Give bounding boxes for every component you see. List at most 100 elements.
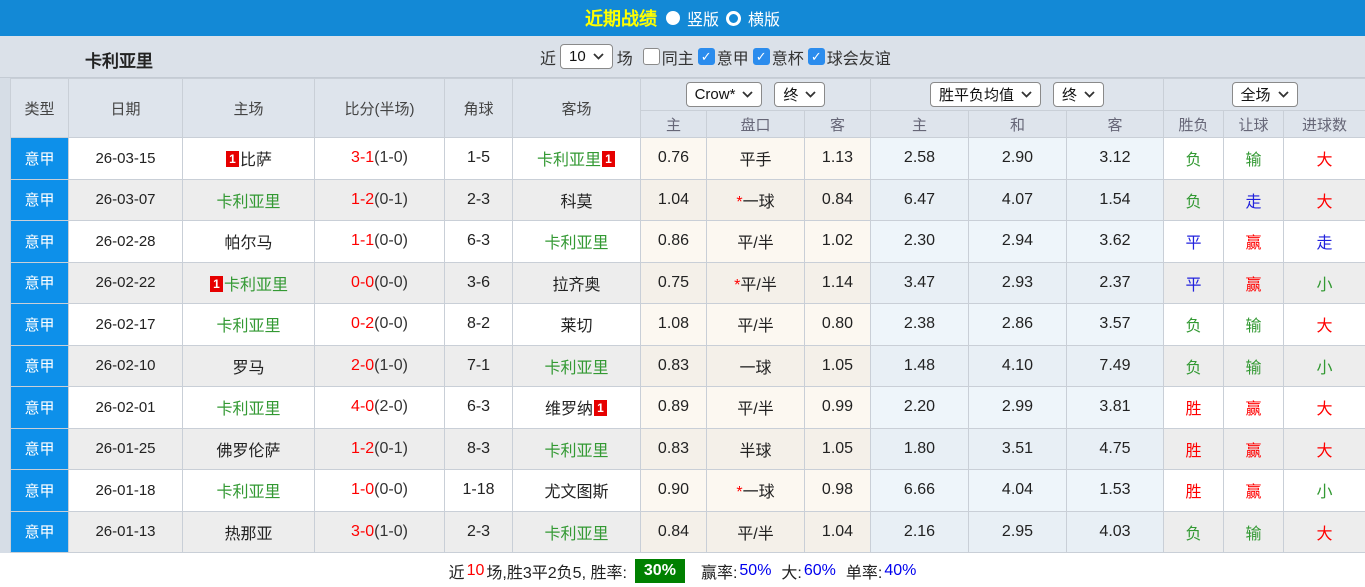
single-label: 单率: [845, 564, 883, 582]
odds-home-cell: 0.75 [640, 261, 707, 304]
table-row: 意甲 26-02-17 卡利亚里 0-2(0-0) 8-2 莱切 1.08 平/半 0.80 2.… [10, 303, 1365, 346]
odds-home-cell: 1.04 [640, 178, 707, 221]
avg-draw-cell: 2.90 [968, 137, 1067, 180]
league-cell: 意甲 [10, 427, 69, 470]
team-name: 卡利亚里 [85, 52, 153, 71]
table-row: 意甲 26-03-15 1 比萨 3-1(1-0) 1-5 卡利亚里 1 0.76 平手 1.13 2… [10, 137, 1365, 180]
league-cell: 意甲 [10, 303, 69, 346]
date-cell: 26-02-10 [68, 344, 183, 387]
team-label: 卡利亚里 [223, 276, 288, 294]
away-team-cell: 卡利亚里 [512, 220, 641, 263]
handicap-result-cell: 走 [1223, 178, 1284, 221]
subcol-winlose: 胜负 [1163, 110, 1224, 138]
handicap-cell: 平/半 [706, 303, 805, 346]
serie-a-checkbox[interactable]: ✓ [697, 48, 715, 65]
odds-home-cell: 0.83 [640, 344, 707, 387]
score-cell: 0-0(0-0) [314, 261, 445, 304]
chevron-down-icon [593, 53, 604, 60]
team-label: 卡利亚里 [536, 152, 601, 170]
avg-home-cell: 2.30 [870, 220, 969, 263]
avg-home-cell: 2.58 [870, 137, 969, 180]
odds-away-cell: 1.02 [804, 220, 871, 263]
odds-home-cell: 0.83 [640, 427, 707, 470]
goals-result-cell: 大 [1282, 386, 1365, 429]
corner-cell: 6-3 [444, 220, 513, 263]
away-team-cell: 卡利亚里 1 [512, 137, 641, 180]
filter-friendly[interactable]: ✓ 球会友谊 [807, 45, 891, 69]
team-label: 拉齐奥 [552, 276, 601, 294]
scope-select[interactable]: 全场 [1231, 82, 1298, 107]
score-cell: 2-0(1-0) [314, 344, 445, 387]
match-count-select[interactable]: 10 [560, 44, 613, 69]
subcol-avg-home: 主 [870, 110, 969, 138]
chevron-down-icon [805, 91, 817, 98]
summary-near-label: 近 [448, 564, 465, 582]
corner-cell: 3-6 [444, 261, 513, 304]
date-cell: 26-03-07 [68, 178, 183, 221]
table-row: 意甲 26-03-07 卡利亚里 1-2(0-1) 2-3 科莫 1.04 *一球 0.84 6.… [10, 178, 1365, 221]
avg-away-cell: 3.62 [1066, 220, 1164, 263]
avg-draw-cell: 2.93 [968, 261, 1067, 304]
filter-serie-a[interactable]: ✓ 意甲 [697, 45, 749, 69]
handicap-result-cell: 输 [1223, 510, 1284, 553]
away-team-cell: 尤文图斯 [512, 469, 641, 512]
winlose-result-cell: 胜 [1163, 427, 1224, 470]
avg-draw-cell: 4.10 [968, 344, 1067, 387]
avg-model-select[interactable]: 胜平负均值 [929, 82, 1041, 107]
team-label: 科莫 [560, 193, 593, 211]
team-label: 卡利亚里 [544, 525, 609, 543]
rank-badge: 1 [594, 400, 607, 417]
avg-draw-cell: 4.07 [968, 178, 1067, 221]
away-team-cell: 莱切 [512, 303, 641, 346]
col-header-home: 主场 [182, 78, 315, 138]
score-cell: 4-0(2-0) [314, 386, 445, 429]
horizontal-layout-label[interactable]: 横版 [748, 6, 780, 30]
winlose-result-cell: 负 [1163, 510, 1224, 553]
vertical-layout-radio[interactable] [665, 11, 680, 25]
odds-time-select[interactable]: 终 [774, 82, 826, 107]
rank-badge: 1 [209, 275, 223, 292]
avg-home-cell: 2.38 [870, 303, 969, 346]
filter-italy-cup[interactable]: ✓ 意杯 [752, 45, 804, 69]
away-team-cell: 拉齐奥 [512, 261, 641, 304]
avg-home-cell: 3.47 [870, 261, 969, 304]
home-team-cell: 1 卡利亚里 [182, 261, 315, 304]
results-table-wrap: 类型 日期 主场 比分(半场) 角球 客场 Crow* 终 胜平负均值 终 全场… [0, 78, 1365, 553]
avg-draw-cell: 2.94 [968, 220, 1067, 263]
odds-win-value: 50% [739, 561, 772, 579]
team-label: 尤文图斯 [544, 484, 609, 502]
italy-cup-checkbox[interactable]: ✓ [752, 48, 770, 65]
odds-away-cell: 1.13 [804, 137, 871, 180]
goals-result-cell: 大 [1282, 427, 1365, 470]
team-label: 卡利亚里 [544, 359, 609, 377]
date-cell: 26-02-01 [68, 386, 183, 429]
avg-time-select[interactable]: 终 [1053, 82, 1105, 107]
avg-away-cell: 2.37 [1066, 261, 1164, 304]
home-team-cell: 卡利亚里 [182, 303, 315, 346]
winlose-result-cell: 负 [1163, 137, 1224, 180]
goals-result-cell: 大 [1282, 510, 1365, 553]
team-label: 卡利亚里 [216, 484, 281, 502]
big-value: 60% [803, 561, 836, 579]
odds-company-select[interactable]: Crow* [685, 82, 763, 107]
league-cell: 意甲 [10, 386, 69, 429]
goals-result-cell: 大 [1282, 137, 1365, 180]
score-cell: 1-2(0-1) [314, 427, 445, 470]
chevron-down-icon [1277, 91, 1289, 98]
friendly-label: 球会友谊 [826, 50, 891, 68]
near-label: 近 [540, 50, 557, 68]
goals-result-cell: 小 [1282, 469, 1365, 512]
vertical-layout-label[interactable]: 竖版 [687, 6, 719, 30]
home-team-cell: 热那亚 [182, 510, 315, 553]
odds-away-cell: 1.05 [804, 427, 871, 470]
handicap-cell: 平/半 [706, 386, 805, 429]
date-cell: 26-03-15 [68, 137, 183, 180]
friendly-checkbox[interactable]: ✓ [807, 48, 825, 65]
winlose-result-cell: 胜 [1163, 386, 1224, 429]
home-team-cell: 1 比萨 [182, 137, 315, 180]
avg-away-cell: 4.75 [1066, 427, 1164, 470]
win-rate-badge: 30% [634, 558, 685, 583]
horizontal-layout-radio[interactable] [726, 10, 741, 26]
filter-same-home[interactable]: 同主 [642, 45, 694, 69]
same-home-checkbox[interactable] [642, 48, 660, 65]
